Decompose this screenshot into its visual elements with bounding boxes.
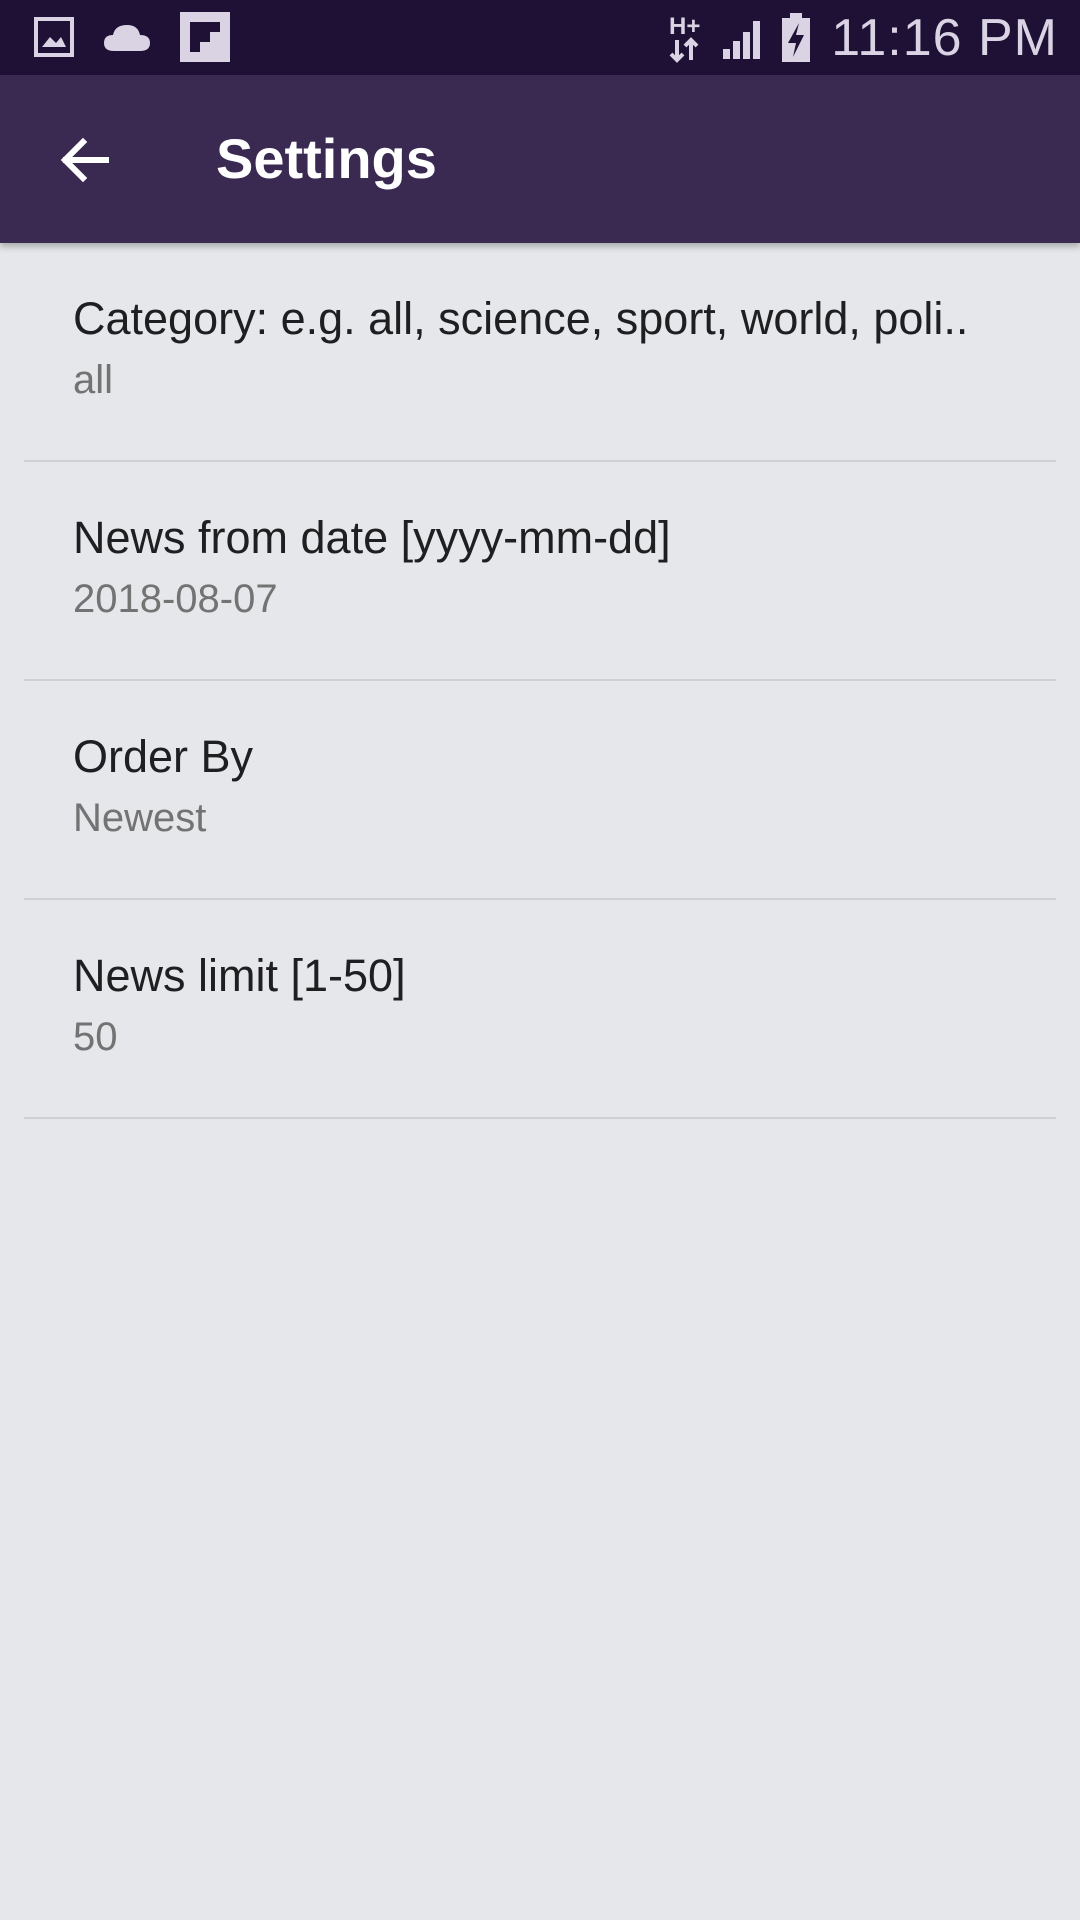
preference-summary: Newest (73, 796, 207, 840)
flipboard-icon (180, 12, 230, 62)
preference-category[interactable]: Category: e.g. all, science, sport, worl… (0, 243, 1080, 462)
status-time: 11:16 PM (831, 8, 1058, 67)
preference-title: Order By (73, 731, 254, 782)
preference-title: News limit [1-50] (73, 950, 406, 1001)
preference-summary: 2018-08-07 (73, 577, 278, 621)
gallery-icon (34, 17, 74, 57)
battery-charging-icon (781, 12, 811, 63)
preference-title: Category: e.g. all, science, sport, worl… (73, 293, 969, 344)
page-title: Settings (216, 127, 437, 190)
preference-summary: all (73, 358, 114, 402)
preference-title: News from date [yyyy-mm-dd] (73, 512, 671, 563)
settings-list: Category: e.g. all, science, sport, worl… (0, 243, 1080, 1119)
svg-text:H+: H+ (669, 13, 700, 40)
system-icons: H+ 11:16 PM (667, 0, 1058, 75)
signal-icon (721, 15, 767, 61)
arrow-back-icon (60, 137, 110, 183)
preference-news-limit[interactable]: News limit [1-50] 50 (0, 900, 1080, 1119)
preference-summary: 50 (73, 1015, 118, 1059)
preference-order-by[interactable]: Order By Newest (0, 681, 1080, 900)
notification-icons (34, 12, 230, 62)
cloud-icon (102, 21, 152, 53)
back-button[interactable] (50, 125, 120, 195)
network-type-icon: H+ (667, 12, 707, 64)
app-bar: Settings (0, 75, 1080, 243)
status-bar: H+ 11:16 PM (0, 0, 1080, 75)
preference-from-date[interactable]: News from date [yyyy-mm-dd] 2018-08-07 (0, 462, 1080, 681)
